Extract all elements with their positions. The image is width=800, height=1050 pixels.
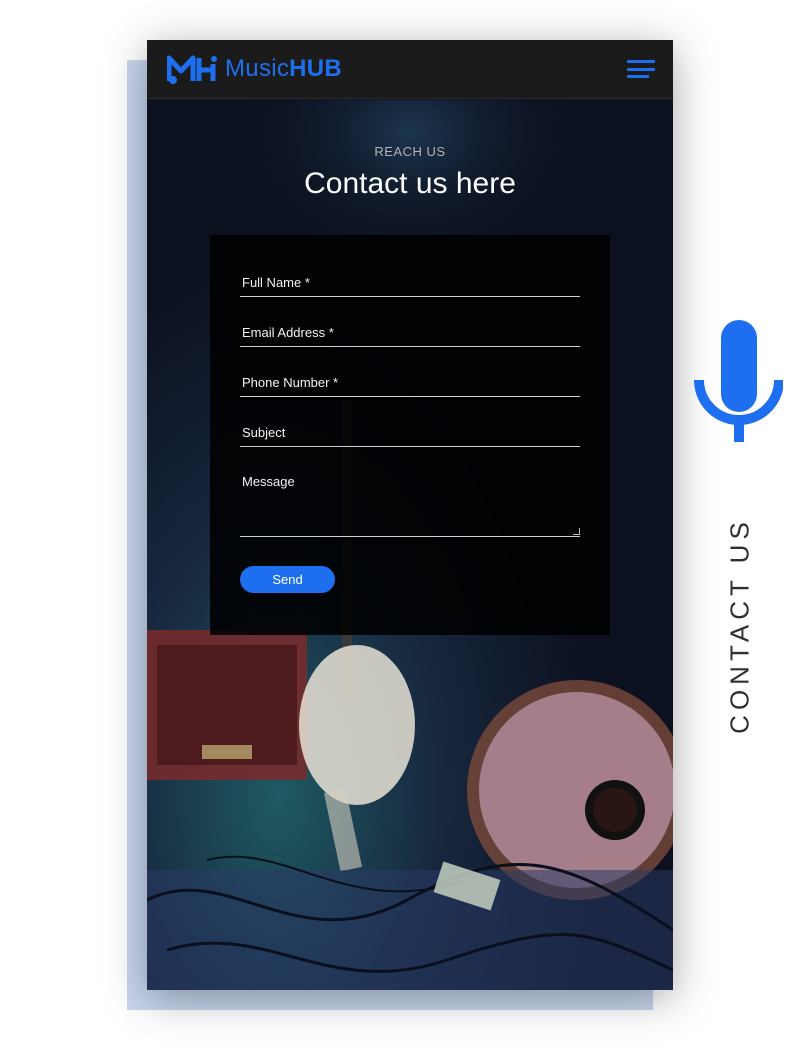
side-label: CONTACT US xyxy=(724,517,755,734)
brand-logo[interactable]: MusicHUB xyxy=(167,54,342,84)
message-textarea[interactable] xyxy=(240,474,580,534)
side-decoration: CONTACT US xyxy=(690,320,785,750)
hamburger-menu-icon[interactable] xyxy=(627,60,655,78)
microphone-icon xyxy=(693,320,784,447)
send-button[interactable]: Send xyxy=(240,566,335,593)
page-title: Contact us here xyxy=(304,167,516,200)
email-field-wrapper xyxy=(240,324,580,347)
full-name-input[interactable] xyxy=(240,275,580,296)
phone-field-wrapper xyxy=(240,374,580,397)
email-input[interactable] xyxy=(240,325,580,346)
brand-name: MusicHUB xyxy=(225,55,343,82)
full-name-field-wrapper xyxy=(240,274,580,297)
mh-logo-icon xyxy=(167,54,219,84)
top-navbar: MusicHUB xyxy=(147,40,673,99)
phone-input[interactable] xyxy=(240,375,580,396)
eyebrow-label: REACH US xyxy=(374,144,446,159)
contact-form: Send xyxy=(210,235,610,635)
mobile-screen: MusicHUB REACH US Contact us here Send xyxy=(147,40,673,990)
subject-field-wrapper xyxy=(240,424,580,447)
resize-handle-icon[interactable] xyxy=(573,528,580,535)
subject-input[interactable] xyxy=(240,425,580,446)
contact-heading: REACH US Contact us here xyxy=(147,140,673,201)
message-field-wrapper xyxy=(240,474,580,537)
